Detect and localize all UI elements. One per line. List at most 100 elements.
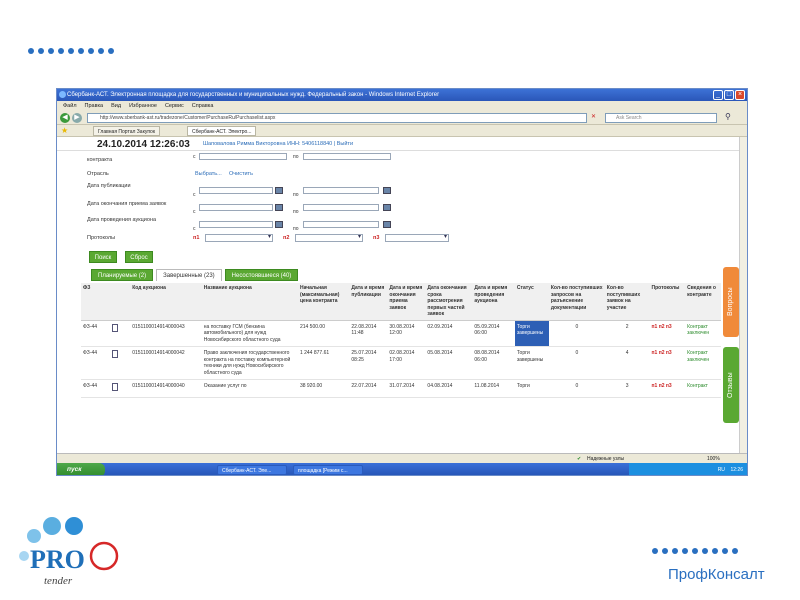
cell-bids: 4 (604, 346, 650, 380)
auction-from-label: с (193, 226, 196, 232)
calendar-icon[interactable] (275, 187, 283, 194)
protocol-1-select[interactable] (205, 233, 273, 242)
protocol-3-icon: п3 (373, 235, 380, 241)
close-icon[interactable]: × (735, 90, 745, 100)
favorites-star-icon[interactable]: ★ (61, 126, 68, 135)
price-to-input[interactable] (303, 153, 391, 160)
industry-label: Отрасль (87, 171, 109, 177)
cell-protocols[interactable]: п1 п2 п3 (649, 379, 686, 398)
menu-edit[interactable]: Правка (85, 101, 104, 111)
cell-protocols[interactable]: п1 п2 п3 (649, 346, 686, 380)
task-sberbank[interactable]: Сбербанк-АСТ. Эле... (217, 465, 287, 475)
col-auction: Дата и время проведения аукциона (472, 283, 515, 321)
browser-tab-portal[interactable]: Главная Портал Закупок (93, 126, 161, 136)
browser-tab-sberbank[interactable]: Сбербанк-АСТ. Электро... (187, 126, 257, 136)
cell-status: Торги (514, 379, 549, 398)
cell-name: на поставку ГСМ (бензина автомобильного)… (201, 320, 298, 347)
reset-button[interactable]: Сброс (125, 251, 153, 263)
end-date-to-input[interactable] (303, 204, 379, 211)
end-to-label: по (293, 209, 299, 215)
col-bids: Кол-во поступивших заявок на участие (604, 283, 650, 321)
auction-to-label: по (293, 226, 299, 232)
task-ploshchadka[interactable]: площадка [Режим с... (293, 465, 363, 475)
col-fz: ФЗ (81, 283, 111, 321)
cell-end: 31.07.2014 (387, 379, 426, 398)
cell-requests: 0 (548, 379, 605, 398)
tab-completed[interactable]: Завершенные (23) (156, 269, 222, 281)
maximize-icon[interactable]: □ (724, 90, 734, 100)
pub-to-label: по (293, 192, 299, 198)
page-header: 24.10.2014 12:26:03 Шаповалова Римма Вик… (57, 137, 739, 151)
minimize-icon[interactable]: _ (713, 90, 723, 100)
menu-file[interactable]: Файл (63, 101, 77, 111)
col-code: Код аукциона (130, 283, 202, 321)
col-pub: Дата и время публикации (349, 283, 388, 321)
calendar-icon[interactable] (383, 221, 391, 228)
user-info[interactable]: Шаповалова Римма Викторовна ИНН: 5406118… (203, 141, 353, 147)
calendar-icon[interactable] (275, 221, 283, 228)
protocols-label: Протоколы (87, 235, 116, 241)
calendar-icon[interactable] (275, 204, 283, 211)
table-row[interactable]: ФЗ-44 0151100014914000042 Право заключен… (81, 346, 721, 380)
start-button[interactable]: пуск (57, 463, 105, 475)
vertical-scrollbar[interactable] (739, 137, 747, 453)
questions-side-tab[interactable]: Вопросы (723, 267, 739, 337)
tab-planned[interactable]: Планируемые (2) (91, 269, 154, 281)
table-row[interactable]: ФЗ-44 0151100014914000043 на поставку ГС… (81, 320, 721, 347)
col-status: Статус (514, 283, 549, 321)
stop-icon[interactable]: ✕ (591, 113, 596, 120)
browser-tabbar: ★ Главная Портал Закупок Сбербанк-АСТ. Э… (57, 125, 747, 137)
cell-auction: 05.09.2014 06:00 (472, 320, 515, 347)
cell-review: 02.09.2014 (425, 320, 473, 347)
url-input[interactable]: http://www.sberbank-ast.ru/tradezone/Cus… (87, 113, 587, 123)
document-icon[interactable] (112, 323, 119, 332)
protocol-3-select[interactable] (385, 233, 449, 242)
protocol-2-select[interactable] (295, 233, 363, 242)
cell-code: 0151100014914000040 (130, 379, 202, 398)
reviews-side-tab[interactable]: Отзывы (723, 347, 739, 423)
price-from-input[interactable] (199, 153, 287, 160)
logo-pro-text: PRO (30, 545, 85, 574)
menu-view[interactable]: Вид (111, 101, 121, 111)
language-indicator[interactable]: RU (718, 467, 725, 473)
address-bar: ◀ ▶ http://www.sberbank-ast.ru/tradezone… (57, 111, 747, 125)
col-contract: Сведения о контракте (685, 283, 721, 321)
calendar-icon[interactable] (383, 204, 391, 211)
document-icon[interactable] (112, 383, 119, 391)
search-input[interactable]: Ask Search (605, 113, 717, 123)
menu-bar: Файл Правка Вид Избранное Сервис Справка (57, 101, 747, 111)
industry-clear-link[interactable]: Очистить (229, 171, 253, 177)
cell-doc[interactable] (110, 320, 131, 347)
end-date-from-input[interactable] (199, 204, 273, 211)
cell-doc[interactable] (110, 379, 131, 398)
cell-name: Право заключения государственного контра… (201, 346, 298, 380)
cell-doc[interactable] (110, 346, 131, 380)
back-icon[interactable]: ◀ (60, 113, 70, 123)
pub-date-from-input[interactable] (199, 187, 273, 194)
cell-status: Торги завершены (514, 320, 549, 347)
cell-bids: 3 (604, 379, 650, 398)
auction-date-from-input[interactable] (199, 221, 273, 228)
ie-icon (59, 91, 66, 98)
cell-contract[interactable]: Контракт заключен (685, 346, 721, 380)
cell-contract[interactable]: Контракт заключен (685, 320, 721, 347)
search-icon[interactable]: ⚲ (725, 112, 731, 121)
pub-date-label: Дата публикации (87, 183, 131, 189)
menu-tools[interactable]: Сервис (165, 101, 184, 111)
window-title: Сбербанк-АСТ. Электронная площадка для г… (67, 92, 440, 98)
industry-select-link[interactable]: Выбрать... (195, 171, 222, 177)
pub-date-to-input[interactable] (303, 187, 379, 194)
browser-window: Сбербанк-АСТ. Электронная площадка для г… (56, 88, 748, 476)
auction-date-to-input[interactable] (303, 221, 379, 228)
price-to-label: по (293, 154, 299, 160)
document-icon[interactable] (112, 350, 119, 358)
calendar-icon[interactable] (383, 187, 391, 194)
search-button[interactable]: Поиск (89, 251, 117, 263)
tab-failed[interactable]: Несостоявшиеся (40) (224, 269, 299, 281)
cell-contract[interactable]: Контракт (685, 379, 721, 398)
cell-protocols[interactable]: п1 п2 п3 (649, 320, 686, 347)
table-row[interactable]: ФЗ-44 0151100014914000040 Оказание услуг… (81, 379, 721, 398)
forward-icon[interactable]: ▶ (72, 113, 82, 123)
menu-help[interactable]: Справка (192, 101, 214, 111)
menu-favorites[interactable]: Избранное (129, 101, 157, 111)
